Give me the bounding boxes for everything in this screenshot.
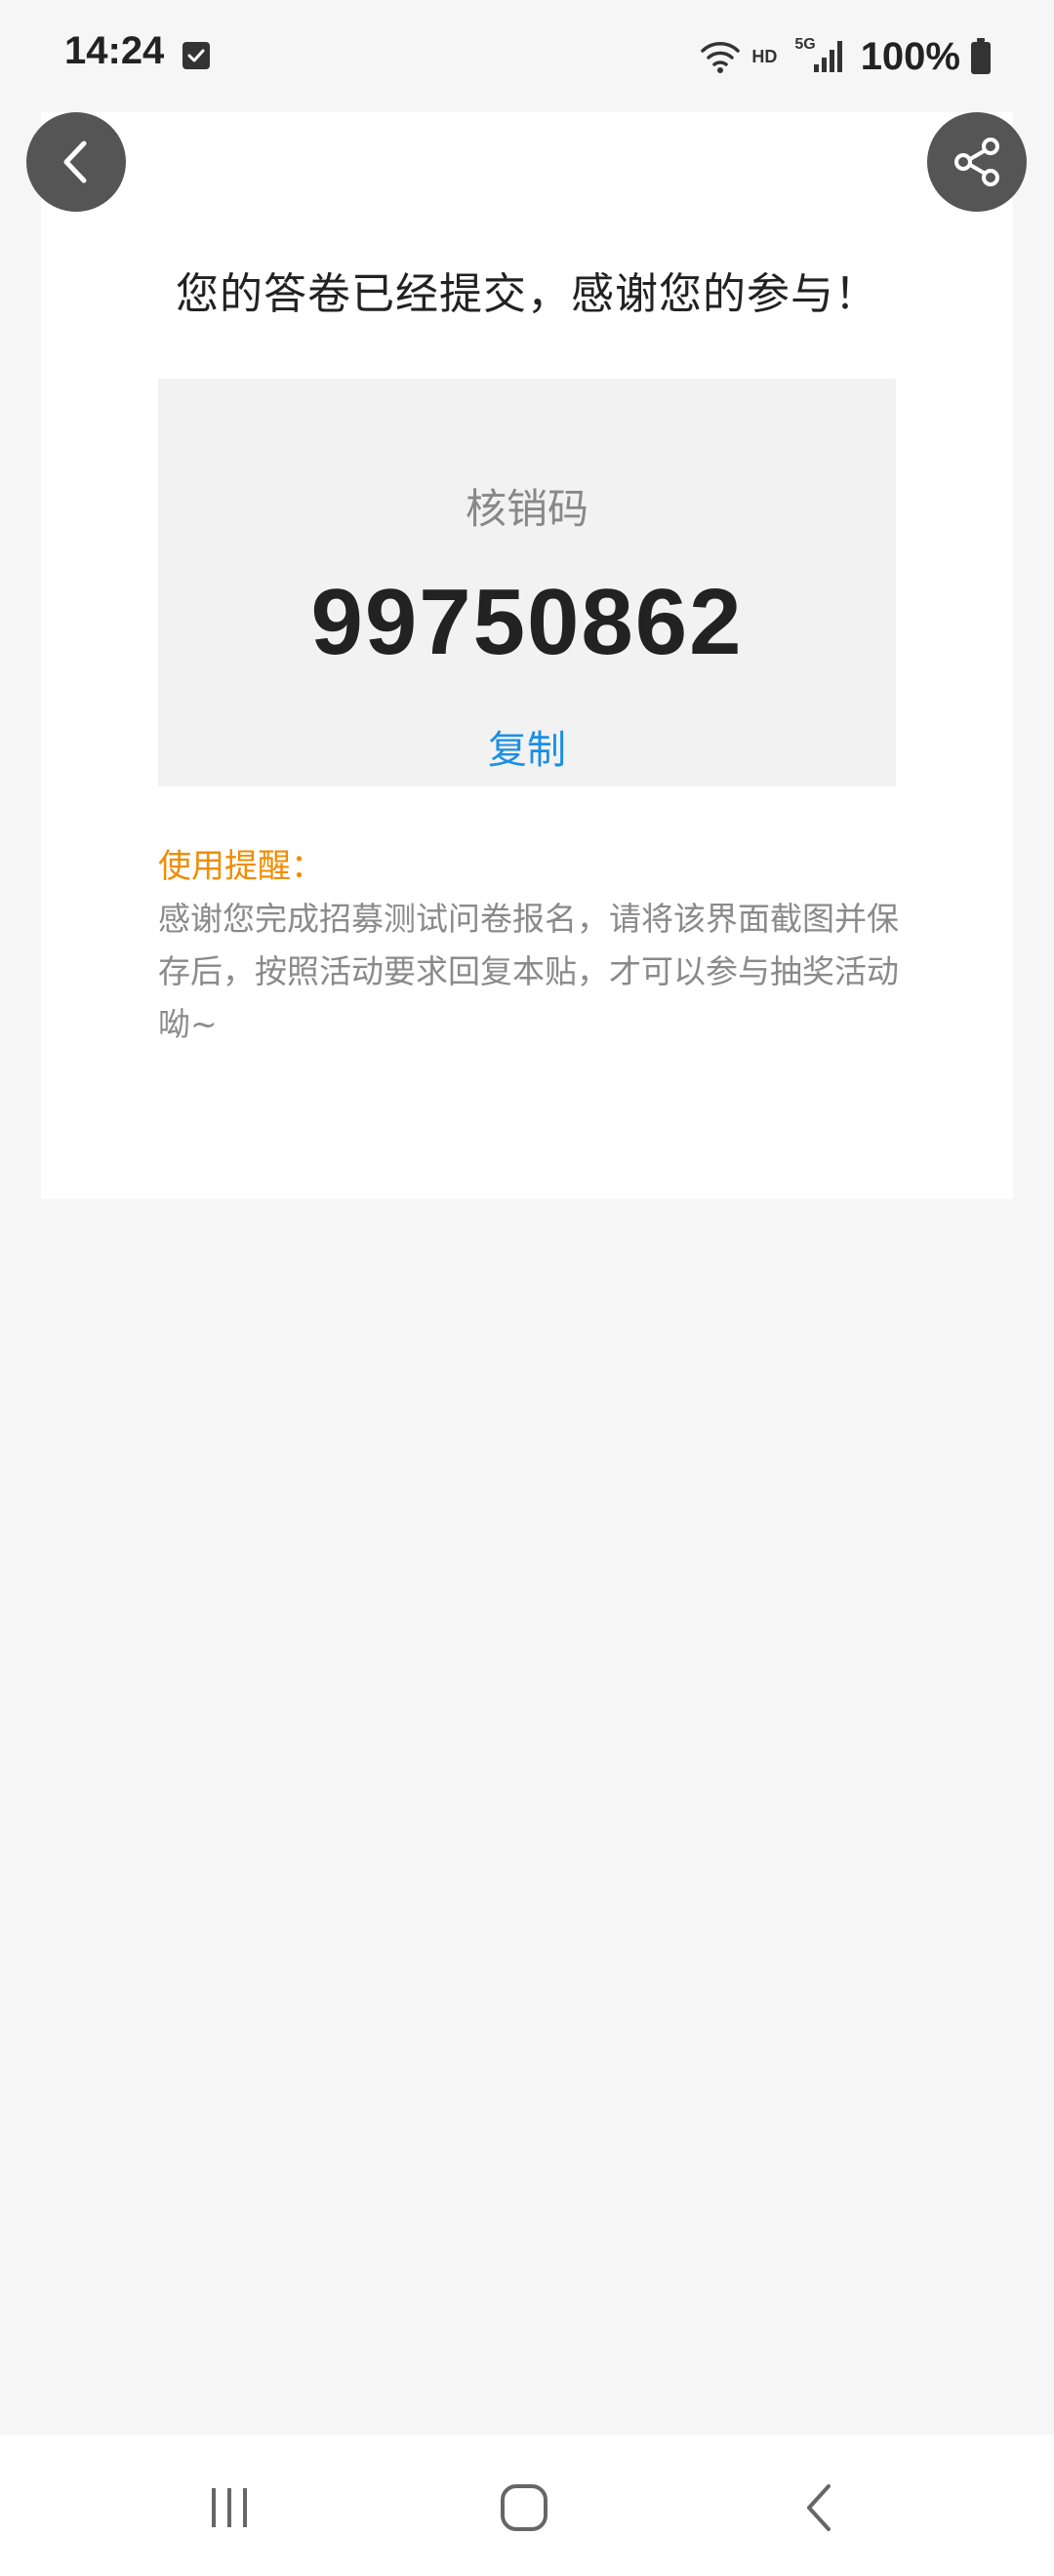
tip-title: 使用提醒： [158, 847, 324, 886]
chevron-left-icon [63, 141, 87, 183]
status-time: 14:24 [64, 29, 165, 72]
home-icon [501, 2484, 547, 2531]
recent-apps-icon [212, 2488, 247, 2527]
hd-indicator: HD [751, 46, 778, 66]
share-icon [954, 138, 999, 186]
status-bar: 14:24 HD 5G 100% [0, 0, 1054, 112]
home-button[interactable] [480, 2464, 568, 2552]
signal-icon [813, 41, 842, 72]
submission-headline: 您的答卷已经提交，感谢您的参与！ [176, 269, 878, 319]
battery-percent: 100% [860, 34, 960, 78]
result-card: 您的答卷已经提交，感谢您的参与！ 核销码 99750862 复制 使用提醒： 感… [41, 112, 1013, 1199]
back-button[interactable] [26, 112, 126, 212]
code-value: 99750862 [310, 570, 744, 674]
code-label: 核销码 [465, 485, 588, 533]
status-icons: HD 5G 100% [699, 27, 992, 86]
checkbox-notification-icon [182, 42, 210, 69]
nav-back-button[interactable] [777, 2464, 865, 2552]
share-button[interactable] [927, 112, 1027, 212]
nav-back-icon [807, 2484, 831, 2531]
battery-icon [971, 38, 991, 74]
verification-code-box: 核销码 99750862 复制 [158, 379, 896, 786]
copy-button[interactable]: 复制 [158, 718, 896, 775]
wifi-icon [701, 42, 741, 73]
network-type: 5G [794, 36, 816, 53]
recent-apps-button[interactable] [185, 2464, 273, 2552]
system-nav-bar [0, 2435, 1054, 2576]
tip-body: 感谢您完成招募测试问卷报名，请将该界面截图并保存后，按照活动要求回复本贴，才可以… [158, 900, 899, 1043]
